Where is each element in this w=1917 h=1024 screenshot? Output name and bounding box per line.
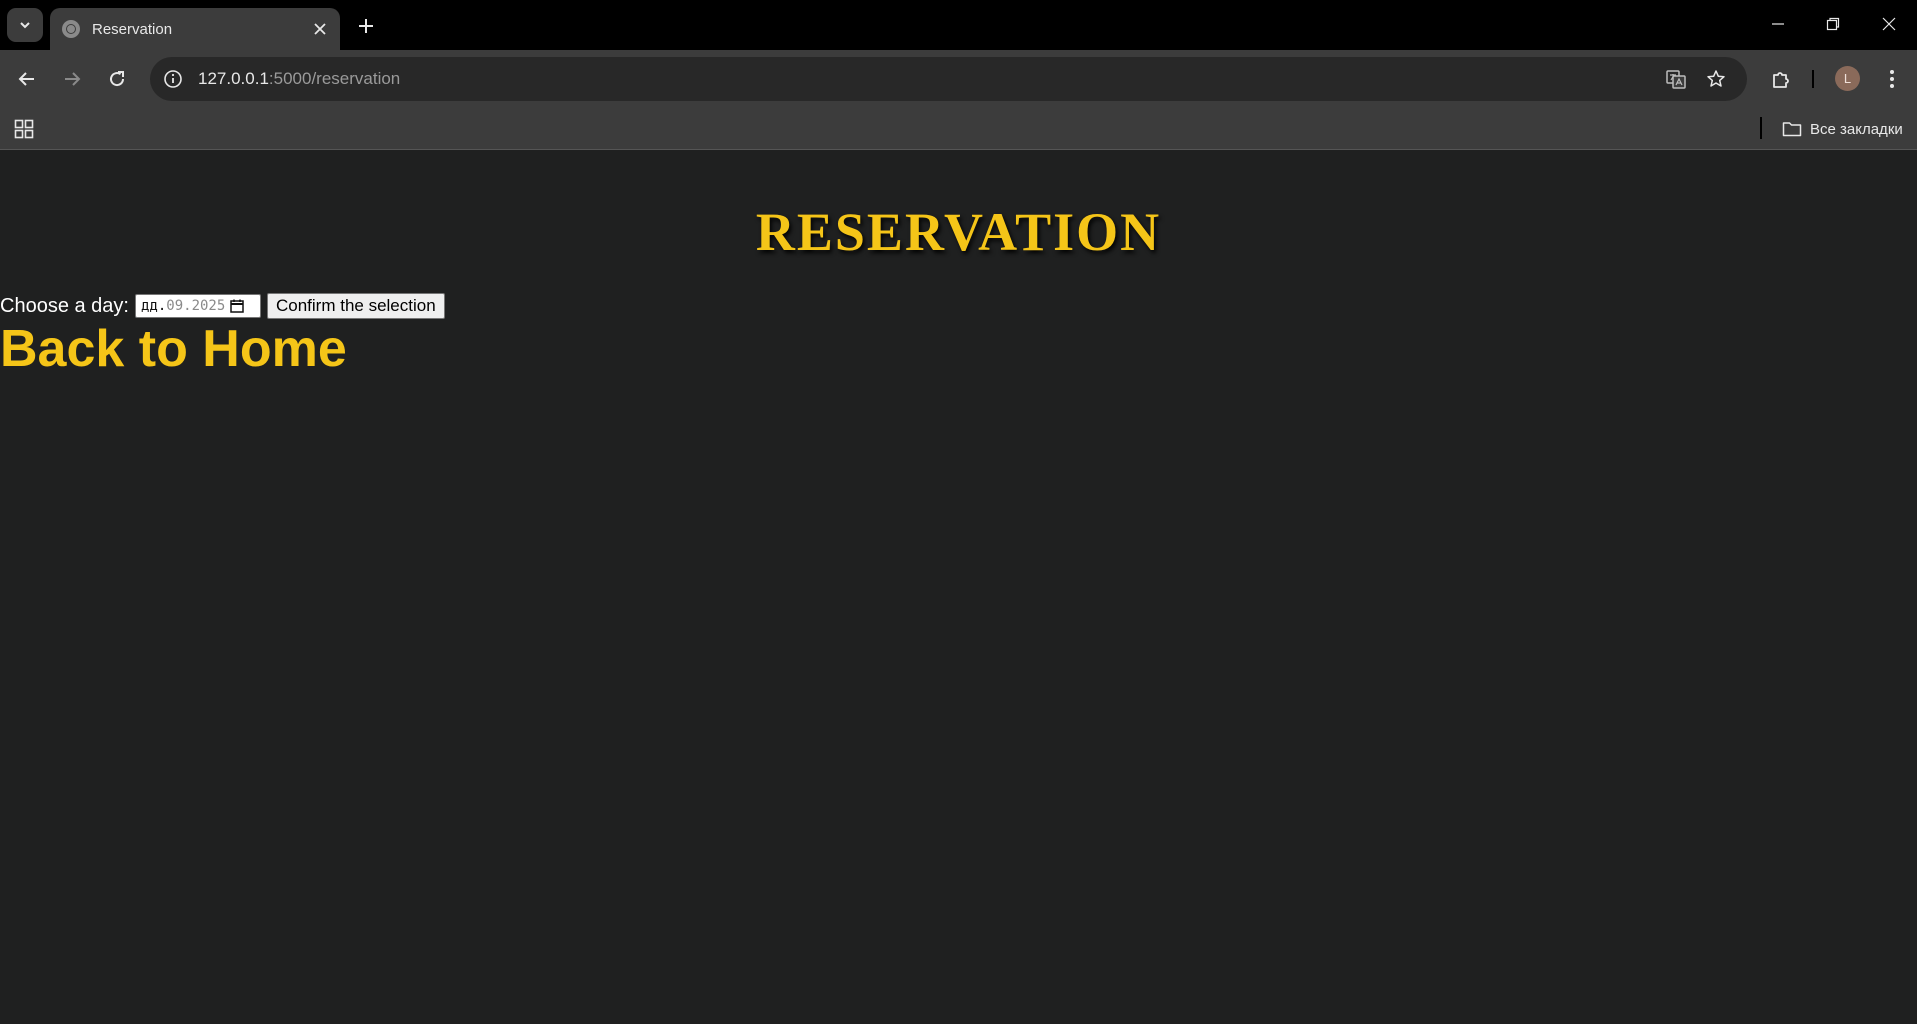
close-icon xyxy=(314,23,326,35)
folder-icon xyxy=(1782,122,1802,137)
minimize-button[interactable] xyxy=(1750,0,1806,48)
address-bar[interactable]: 127.0.0.1:5000/reservation xyxy=(150,57,1747,101)
all-bookmarks-button[interactable]: Все закладки xyxy=(1782,116,1903,142)
toolbar-divider xyxy=(1812,70,1814,88)
puzzle-icon xyxy=(1773,72,1789,88)
browser-tab[interactable]: Reservation xyxy=(50,8,340,50)
bookmarks-bar: Все закладки xyxy=(0,108,1917,150)
kebab-menu-icon xyxy=(1890,70,1894,88)
all-bookmarks-label: Все закладки xyxy=(1810,120,1903,138)
bookmark-star-icon[interactable] xyxy=(1702,65,1730,93)
date-day-placeholder: дд. xyxy=(140,298,167,314)
url-path: :5000/reservation xyxy=(268,69,401,88)
globe-icon xyxy=(62,20,80,38)
site-info-icon[interactable] xyxy=(162,68,184,90)
arrow-right-icon xyxy=(65,72,81,86)
forward-button[interactable] xyxy=(56,63,88,95)
choose-day-label: Choose a day: xyxy=(0,294,129,317)
restore-icon xyxy=(1826,17,1840,31)
page-title: RESERVATION xyxy=(755,202,1162,262)
plus-icon xyxy=(359,19,373,33)
translate-icon[interactable] xyxy=(1662,65,1690,93)
tab-close-button[interactable] xyxy=(308,17,332,41)
tab-search-button[interactable] xyxy=(7,8,43,42)
chevron-down-icon xyxy=(20,22,30,29)
tab-strip: Reservation xyxy=(0,0,1917,50)
extensions-button[interactable] xyxy=(1765,63,1797,95)
tab-title: Reservation xyxy=(92,20,173,38)
date-input[interactable]: дд. 09.2025 xyxy=(134,294,261,318)
arrow-left-icon xyxy=(18,72,34,86)
new-tab-button[interactable] xyxy=(352,12,380,40)
reservation-form: Choose a day: дд. 09.2025 Confirm the sel… xyxy=(0,293,445,319)
page-content: RESERVATION Choose a day: дд. 09.2025 Con… xyxy=(0,151,1917,1024)
url-host: 127.0.0.1 xyxy=(198,69,269,88)
close-window-button[interactable] xyxy=(1861,0,1917,48)
menu-button[interactable] xyxy=(1876,63,1908,95)
back-to-home-link[interactable]: Back to Home xyxy=(0,319,347,379)
date-month-year: 09.2025 xyxy=(166,298,226,314)
apps-grid-icon[interactable] xyxy=(12,117,36,141)
bookmarks-divider xyxy=(1760,117,1762,139)
confirm-selection-button[interactable]: Confirm the selection xyxy=(266,293,445,319)
back-button[interactable] xyxy=(11,63,43,95)
reload-icon xyxy=(110,71,125,87)
restore-button[interactable] xyxy=(1805,0,1861,48)
url-text: 127.0.0.1:5000/reservation xyxy=(198,69,400,89)
close-icon xyxy=(1882,17,1896,31)
minimize-icon xyxy=(1772,23,1784,25)
profile-avatar[interactable]: L xyxy=(1835,66,1860,91)
browser-toolbar: 127.0.0.1:5000/reservation L xyxy=(0,50,1917,108)
reload-button[interactable] xyxy=(101,63,133,95)
calendar-icon[interactable] xyxy=(229,298,245,314)
